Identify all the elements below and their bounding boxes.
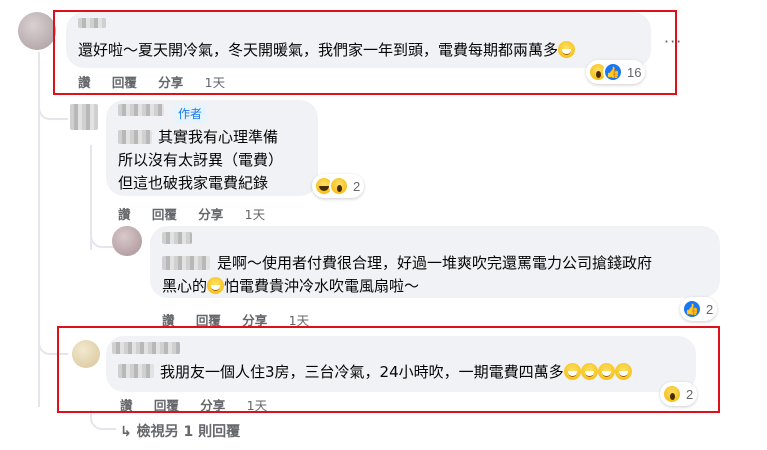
share-button[interactable]: 分享 (198, 207, 223, 222)
wow-icon (329, 176, 349, 196)
grin-emoji-icon (207, 277, 225, 294)
reply-text-line: 是啊～使用者付費很合理，好過一堆爽吹完還罵電力公司搶錢政府 (217, 254, 653, 272)
blurred-username (118, 130, 152, 144)
avatar[interactable] (112, 226, 142, 256)
blurred-username (162, 232, 192, 244)
avatar[interactable] (70, 104, 98, 130)
like-icon: 👍 (682, 299, 702, 319)
avatar[interactable] (18, 12, 56, 50)
reply-text-line: 其實我有心理準備 (158, 128, 279, 146)
reaction-count: 2 (353, 178, 361, 194)
reply-text-line: 所以沒有太訝異（電費） (118, 151, 284, 169)
highlight-box (53, 10, 677, 95)
reply-button[interactable]: 回覆 (152, 207, 177, 222)
reaction-summary[interactable]: 2 (312, 174, 365, 198)
blurred-username (118, 104, 164, 116)
view-more-replies-link[interactable]: ↳ 檢視另 1 則回覆 (120, 421, 240, 441)
reply-actions: 讚 回覆 分享 1天 (118, 204, 282, 223)
reaction-count: 2 (706, 301, 714, 317)
reply-text-line: 黑心的 怕電費貴沖冷水吹電風扇啦～ (162, 277, 420, 295)
like-button[interactable]: 讚 (118, 207, 131, 222)
reaction-summary[interactable]: 👍 2 (680, 297, 718, 321)
thread-branch-4 (90, 410, 116, 430)
author-badge: 作者 (173, 104, 208, 123)
thread-branch (38, 100, 68, 120)
highlight-box (57, 326, 720, 413)
reply-text-line: 但這也破我家電費紀錄 (118, 174, 269, 192)
timestamp[interactable]: 1天 (245, 207, 265, 222)
blurred-username (162, 256, 210, 270)
